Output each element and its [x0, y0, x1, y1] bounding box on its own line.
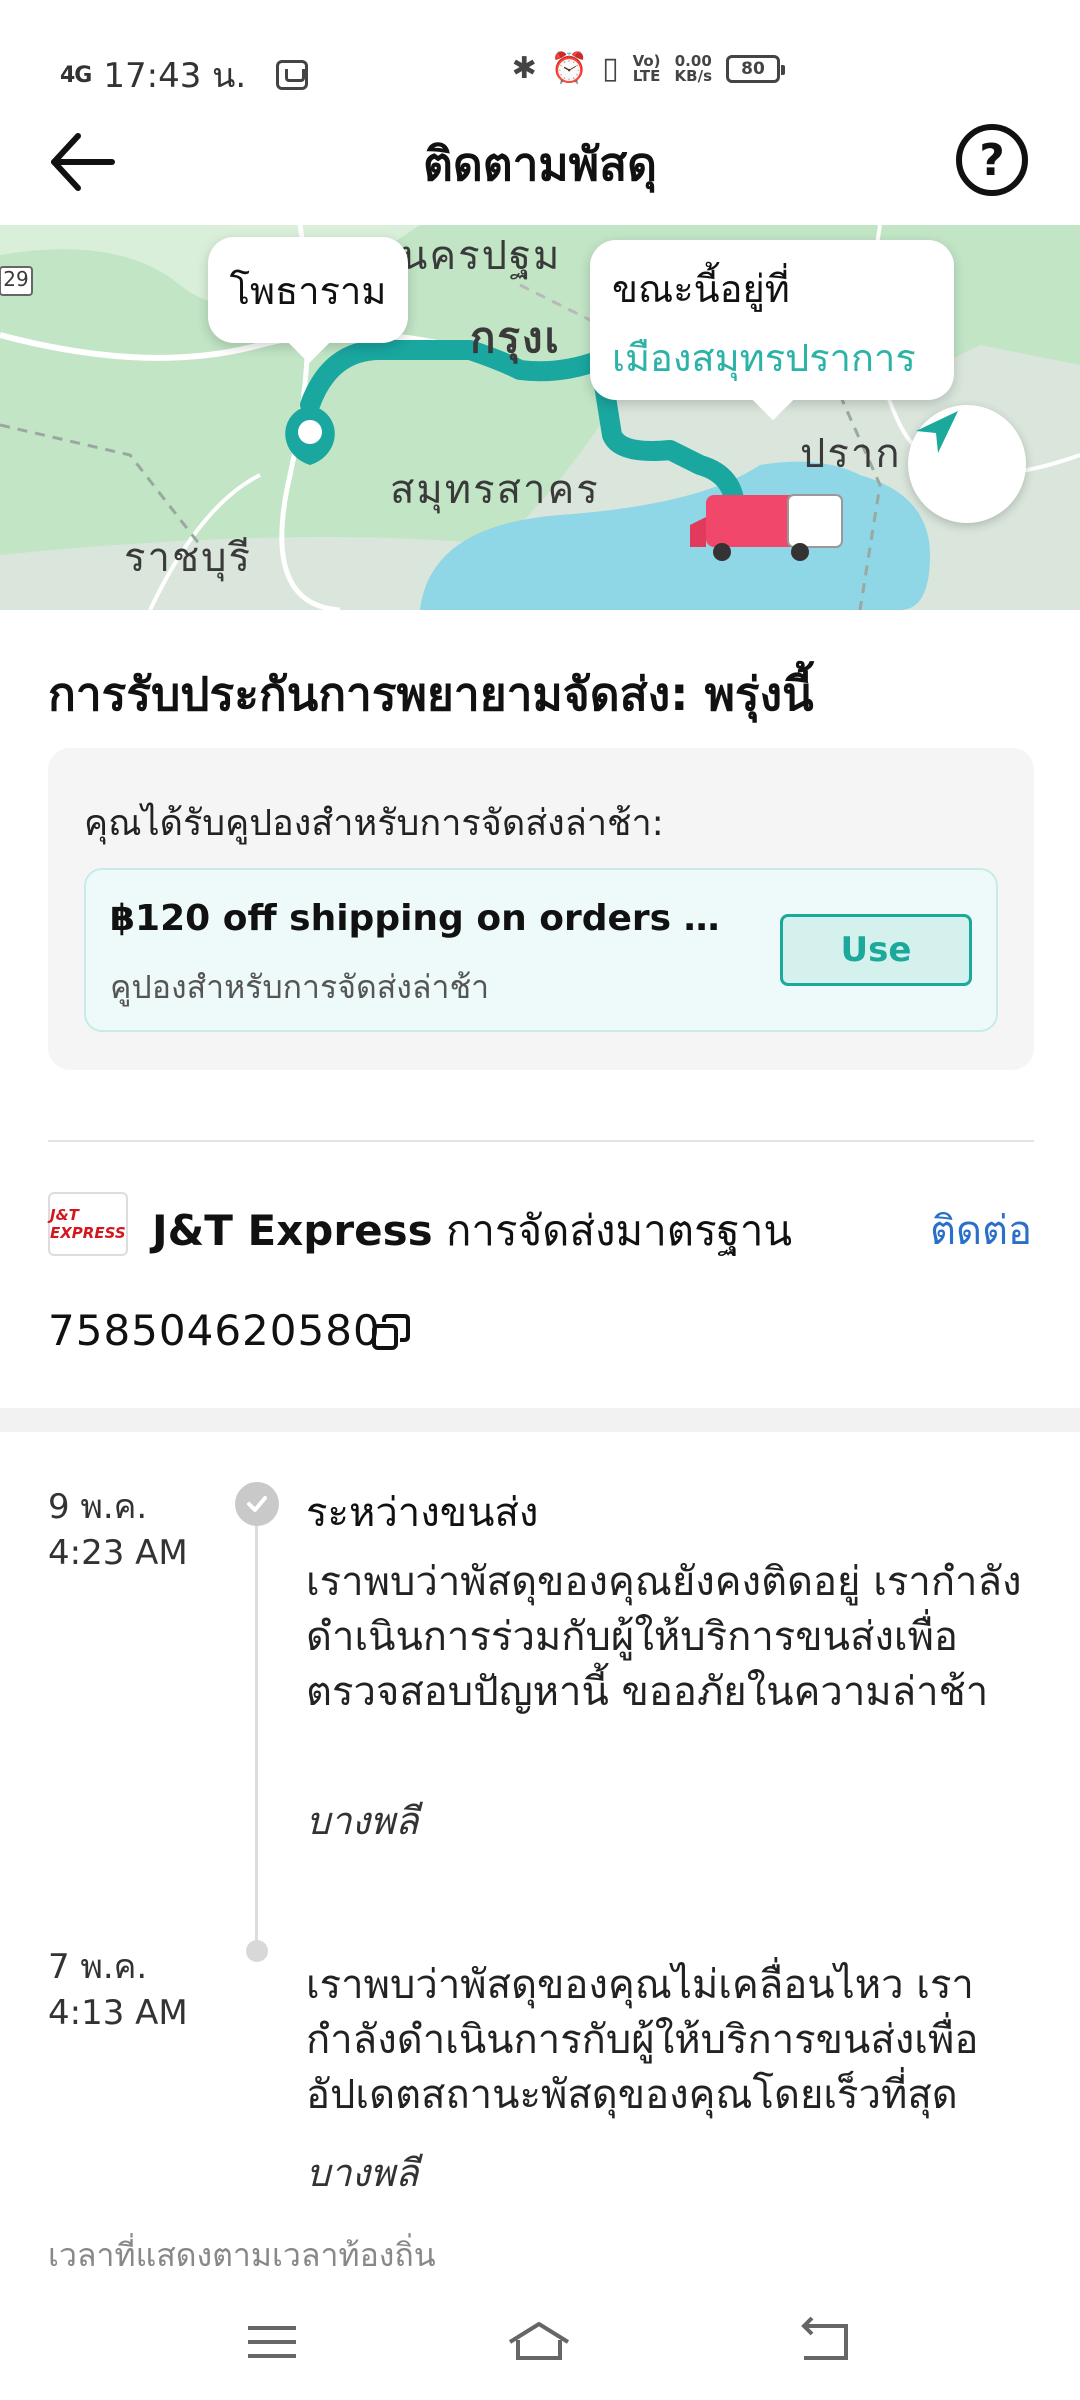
divider	[48, 1140, 1034, 1142]
map-place-label: สมุทรสาคร	[390, 467, 600, 513]
question-circle-icon: ?	[979, 134, 1005, 186]
carrier-logo: J&T EXPRESS	[48, 1192, 128, 1256]
coupon-panel: คุณได้รับคูปองสำหรับการจัดส่งล่าช้า: ฿12…	[48, 748, 1034, 1070]
status-left: 4G 17:43 น.	[60, 48, 309, 102]
lte-label: LTE	[632, 67, 661, 85]
alarm-icon: ⏰	[550, 51, 589, 86]
system-nav-bar	[0, 2290, 1080, 2400]
status-right: ✱ ⏰ ▯ Vo) LTE 0.00 KB/s 80	[511, 51, 785, 86]
bluetooth-icon: ✱	[511, 51, 537, 86]
origin-bubble: โพธาราม	[208, 237, 408, 364]
use-coupon-button[interactable]: Use	[780, 914, 972, 986]
contact-carrier-link[interactable]: ติดต่อ	[930, 1198, 1032, 1262]
event-description: เราพบว่าพัสดุของคุณยังคงติดอยู่ เรากำลัง…	[306, 1559, 1022, 1715]
net-speed: 0.00 KB/s	[675, 54, 712, 84]
event-time: 4:23 AM	[48, 1533, 188, 1573]
map-place-label: ปราก	[800, 431, 902, 477]
map-place-label: ราชบุรี	[124, 535, 252, 581]
map-place-label: นครปฐม	[400, 233, 562, 279]
map-place-label: กรุงเ	[470, 313, 561, 362]
coupon-title: ฿120 off shipping on orders ฿20...	[110, 898, 740, 939]
locate-button[interactable]	[908, 405, 1026, 523]
status-time: 17:43 น.	[103, 56, 247, 96]
volte-indicator: Vo) LTE	[633, 54, 661, 84]
home-icon	[508, 2322, 570, 2360]
carrier-service: การจัดส่งมาตรฐาน	[445, 1206, 793, 1255]
current-location-prefix: ขณะนี้อยู่ที่	[612, 267, 790, 311]
copy-tracking-button[interactable]	[370, 1312, 412, 1354]
event-description: เราพบว่าพัสดุของคุณไม่เคลื่อนไหว เรากำลั…	[306, 1962, 979, 2118]
help-button[interactable]: ?	[956, 124, 1028, 196]
event-time: 4:13 AM	[48, 1993, 188, 2033]
check-circle-icon	[235, 1482, 279, 1526]
local-time-note: เวลาที่แสดงตามเวลาท้องถิ่น	[48, 2236, 436, 2274]
event-status: ระหว่างขนส่ง	[306, 1490, 539, 1536]
guarantee-title: การรับประกันการพยายามจัดส่ง: พรุ่งนี้	[48, 667, 814, 721]
status-bar: 4G 17:43 น. ✱ ⏰ ▯ Vo) LTE 0.00 KB/s 80	[0, 0, 1080, 120]
timeline-date: 9 พ.ค. 4:23 AM	[48, 1484, 188, 1576]
vibrate-icon: ▯	[602, 51, 619, 86]
return-icon	[801, 2316, 848, 2360]
app-header: ติดตามพัสดุ ?	[0, 110, 1080, 225]
carrier-brand: J&T Express	[152, 1206, 433, 1255]
tracking-number: 758504620580	[48, 1306, 381, 1355]
event-date: 9 พ.ค.	[48, 1487, 148, 1527]
back-nav-button[interactable]	[790, 2312, 860, 2372]
timeline-dot-icon	[246, 1940, 268, 1962]
menu-button[interactable]	[238, 2312, 308, 2372]
menu-icon	[248, 2326, 296, 2358]
battery-icon: 80	[726, 55, 785, 83]
coupon-card[interactable]: ฿120 off shipping on orders ฿20... คูปอง…	[84, 868, 998, 1032]
current-location-bubble: ขณะนี้อยู่ที่ เมืองสมุทรปราการ	[590, 240, 954, 421]
copy-icon	[372, 1314, 410, 1350]
event-location: บางพลี	[306, 2151, 419, 2195]
home-button[interactable]	[504, 2312, 574, 2372]
page-title: ติดตามพัสดุ	[422, 137, 658, 191]
signal-icon: 4G	[60, 62, 92, 88]
section-gap	[0, 1408, 1080, 1432]
net-speed-unit: KB/s	[674, 67, 712, 85]
coupon-panel-text: คุณได้รับคูปองสำหรับการจัดส่งล่าช้า:	[84, 803, 664, 844]
road-badge: 29	[3, 267, 29, 291]
origin-label: โพธาราม	[229, 268, 387, 313]
carrier-name: J&T Express การจัดส่งมาตรฐาน	[152, 1198, 792, 1264]
timeline-line	[255, 1508, 258, 1948]
event-location: บางพลี	[306, 1799, 419, 1843]
tracking-map[interactable]: ราชบุรี สมุทรสาคร นครปฐม กรุงเ ปราก 29 โ…	[0, 225, 1080, 610]
timeline-date: 7 พ.ค. 4:13 AM	[48, 1944, 188, 2036]
notification-icon	[276, 60, 309, 90]
navigation-arrow-icon	[916, 411, 958, 453]
event-date: 7 พ.ค.	[48, 1947, 148, 1987]
coupon-subtitle: คูปองสำหรับการจัดส่งล่าช้า	[110, 968, 490, 1006]
